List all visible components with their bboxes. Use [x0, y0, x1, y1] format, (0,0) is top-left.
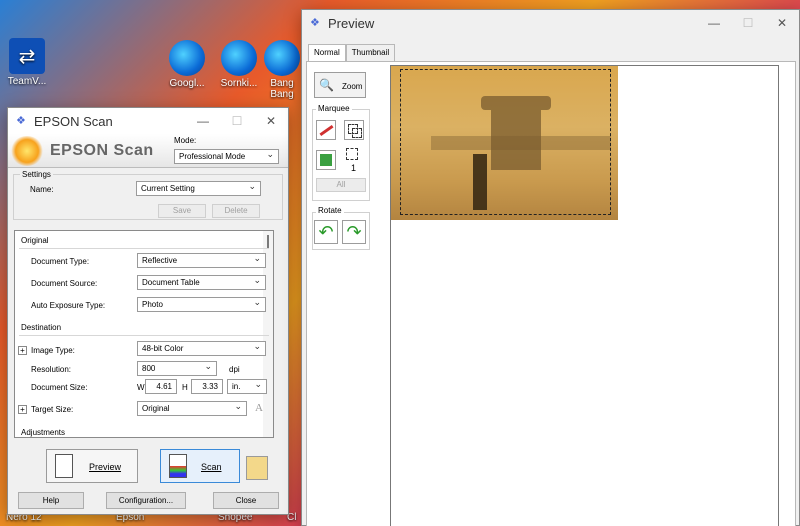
- edge-icon: [221, 40, 257, 76]
- mode-select[interactable]: Professional Mode: [174, 149, 279, 164]
- target-size-label: Target Size:: [31, 405, 74, 414]
- document-source-label: Document Source:: [31, 279, 98, 288]
- magnifier-icon: 🔍: [319, 78, 334, 92]
- image-type-label: Image Type:: [31, 346, 75, 355]
- delete-marquee-icon[interactable]: [316, 120, 336, 140]
- zoom-label: Zoom: [342, 82, 363, 91]
- desktop-icon-label: Bang Bang: [270, 78, 294, 100]
- tab-normal[interactable]: Normal: [308, 44, 346, 62]
- marquee-selection[interactable]: [400, 69, 611, 215]
- close-button[interactable]: Close: [213, 492, 279, 509]
- settings-panel: Original Document Type: Reflective Docum…: [14, 230, 274, 438]
- divider: [19, 335, 269, 336]
- resolution-select[interactable]: 800: [137, 361, 217, 376]
- preview-tabs: Normal Thumbnail: [308, 44, 396, 62]
- rotate-label: Rotate: [316, 206, 344, 215]
- edge-icon: [169, 40, 205, 76]
- preview-app-icon: ❖: [310, 17, 320, 29]
- desktop-icon-label: Sornki...: [220, 78, 258, 89]
- tab-thumbnail[interactable]: Thumbnail: [345, 44, 396, 62]
- copy-marquee-icon[interactable]: [344, 120, 364, 140]
- maximize-icon[interactable]: ☐: [220, 114, 254, 128]
- delete-button[interactable]: Delete: [212, 204, 260, 218]
- document-type-label: Document Type:: [31, 257, 90, 266]
- mode-label: Mode:: [174, 136, 197, 145]
- text-enhance-icon[interactable]: A: [255, 402, 263, 414]
- desktop-icon-label: Googl...: [169, 78, 205, 89]
- size-unit-select[interactable]: in.: [227, 379, 267, 394]
- minimize-icon[interactable]: —: [186, 114, 220, 128]
- expand-image-type-icon[interactable]: +: [18, 346, 27, 355]
- preview-image-area[interactable]: [390, 65, 779, 526]
- preview-titlebar[interactable]: ❖ Preview — ☐ ✕: [302, 10, 799, 36]
- flower-logo-icon: [10, 136, 44, 166]
- brand-logo: EPSON Scan: [50, 142, 154, 159]
- preview-button-label: Preview: [89, 462, 122, 472]
- desktop-icon-google[interactable]: Googl...: [162, 40, 212, 100]
- preview-window: ❖ Preview — ☐ ✕ Normal Thumbnail 🔍 Zoom …: [301, 9, 800, 526]
- destination-header: Destination: [21, 323, 62, 332]
- height-label: H: [182, 383, 188, 392]
- name-label: Name:: [30, 185, 54, 194]
- window-title: EPSON Scan: [34, 113, 113, 129]
- preview-button[interactable]: Preview: [46, 449, 138, 483]
- window-title: Preview: [328, 15, 375, 31]
- configuration-button[interactable]: Configuration...: [106, 492, 186, 509]
- marquee-count: 1: [351, 163, 357, 173]
- auto-locate-icon[interactable]: [316, 150, 336, 170]
- desktop-icon-label: TeamV...: [7, 76, 47, 87]
- rotate-left-icon[interactable]: ↶: [314, 220, 338, 244]
- target-size-select[interactable]: Original: [137, 401, 247, 416]
- close-icon[interactable]: ✕: [254, 114, 288, 128]
- settings-label: Settings: [20, 170, 53, 179]
- scan-button[interactable]: Scan: [160, 449, 240, 483]
- marquee-count-icon: [346, 148, 358, 160]
- epson-titlebar[interactable]: ❖ EPSON Scan — ☐ ✕: [8, 108, 288, 134]
- document-type-select[interactable]: Reflective: [137, 253, 266, 268]
- rotate-right-icon[interactable]: ↷: [342, 220, 366, 244]
- scanned-photo: [391, 66, 618, 220]
- desktop-icon-bang[interactable]: Bang Bang: [262, 40, 302, 100]
- epson-banner: EPSON Scan Mode: Professional Mode: [8, 134, 288, 168]
- name-select[interactable]: Current Setting: [136, 181, 261, 196]
- help-button[interactable]: Help: [18, 492, 84, 509]
- all-button[interactable]: All: [316, 178, 366, 192]
- document-icon: [55, 454, 73, 478]
- width-label: W: [137, 383, 145, 392]
- expand-target-size-icon[interactable]: +: [18, 405, 27, 414]
- auto-exposure-label: Auto Exposure Type:: [31, 301, 106, 310]
- resolution-label: Resolution:: [31, 365, 72, 374]
- minimize-icon[interactable]: —: [697, 16, 731, 30]
- auto-exposure-select[interactable]: Photo: [137, 297, 266, 312]
- save-button[interactable]: Save: [158, 204, 206, 218]
- dpi-label: dpi: [229, 365, 240, 374]
- folder-icon[interactable]: [246, 456, 268, 480]
- marquee-label: Marquee: [316, 104, 352, 113]
- scrollbar-thumb[interactable]: [267, 235, 269, 249]
- width-input[interactable]: 4.61: [145, 379, 177, 394]
- adjustments-header: Adjustments: [21, 428, 66, 437]
- divider: [19, 248, 269, 249]
- desktop-icon-sornki[interactable]: Sornki...: [214, 40, 264, 100]
- document-size-label: Document Size:: [31, 383, 88, 392]
- edge-icon: [264, 40, 300, 76]
- scanner-icon: [169, 454, 187, 478]
- scan-button-label: Scan: [201, 462, 222, 472]
- maximize-icon[interactable]: ☐: [731, 16, 765, 30]
- epson-app-icon: ❖: [16, 115, 26, 127]
- teamviewer-icon: ⇄: [9, 38, 45, 74]
- close-icon[interactable]: ✕: [765, 16, 799, 30]
- desktop-icon-teamviewer[interactable]: ⇄ TeamV...: [2, 38, 52, 98]
- original-header: Original: [21, 236, 49, 245]
- document-source-select[interactable]: Document Table: [137, 275, 266, 290]
- epson-scan-window: ❖ EPSON Scan — ☐ ✕ EPSON Scan Mode: Prof…: [7, 107, 289, 515]
- height-input[interactable]: 3.33: [191, 379, 223, 394]
- zoom-button[interactable]: 🔍 Zoom: [314, 72, 366, 98]
- image-type-select[interactable]: 48-bit Color: [137, 341, 266, 356]
